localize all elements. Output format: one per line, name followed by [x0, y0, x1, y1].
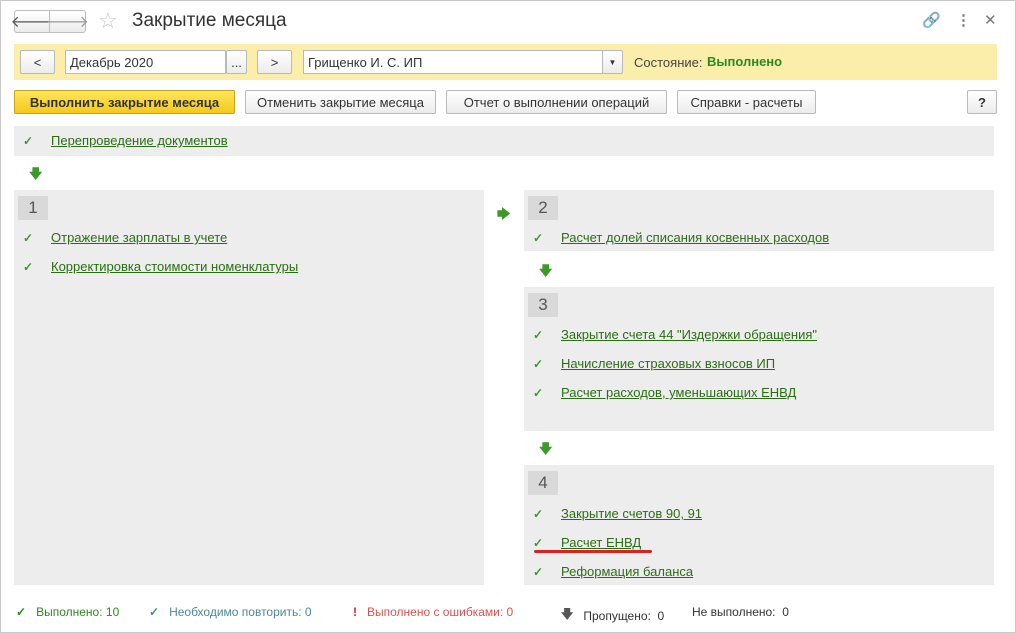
help-button[interactable]: ?: [967, 90, 997, 114]
legend-done: ✓ Выполнено: 10: [16, 605, 120, 619]
page-title: Закрытие месяца: [132, 10, 287, 31]
exclamation-icon: !: [353, 605, 357, 619]
more-vertical-icon[interactable]: ⋮: [956, 11, 971, 29]
legend-errors: ! Выполнено с ошибками: 0: [353, 605, 514, 619]
operation-item[interactable]: ✓ Реформация баланса: [533, 564, 693, 579]
operation-item[interactable]: ✓ Закрытие счетов 90, 91: [533, 506, 702, 521]
operation-item[interactable]: ✓ Перепроведение документов: [23, 133, 228, 148]
check-icon: ✓: [149, 605, 160, 619]
check-icon: ✓: [16, 605, 27, 619]
operation-item[interactable]: ✓ Расчет расходов, уменьшающих ЕНВД: [533, 385, 796, 400]
chevron-down-icon: ▼: [608, 57, 617, 67]
operation-item[interactable]: ✓ Расчет долей списания косвенных расходо…: [533, 230, 829, 245]
legend-skipped: 🡇 Пропущено: 0: [561, 605, 664, 626]
step-1-panel: [14, 190, 484, 585]
organization-dropdown-button[interactable]: ▼: [602, 50, 623, 74]
back-button[interactable]: 🡐: [11, 10, 53, 33]
forward-button[interactable]: 🡒: [46, 10, 89, 33]
references-button[interactable]: Справки - расчеты: [677, 90, 816, 114]
operations-report-button[interactable]: Отчет о выполнении операций: [446, 90, 667, 114]
legend-not-done: Не выполнено: 0: [692, 605, 789, 619]
step-number: 4: [528, 471, 558, 495]
errors-count: 0: [506, 605, 514, 619]
not-done-count: 0: [782, 605, 789, 619]
operation-item[interactable]: ✓ Расчет ЕНВД: [533, 535, 641, 550]
step-number: 3: [528, 293, 558, 317]
operation-item[interactable]: ✓ Корректировка стоимости номенклатуры: [23, 259, 298, 274]
check-icon: ✓: [533, 564, 544, 579]
step-number: 1: [18, 196, 48, 220]
check-icon: ✓: [533, 327, 544, 342]
arrow-right-icon: 🡒: [46, 14, 89, 31]
arrow-down-icon: 🡇: [29, 166, 43, 181]
next-period-button[interactable]: >: [257, 50, 292, 74]
organization-input[interactable]: Грищенко И. С. ИП: [303, 50, 603, 74]
check-icon: ✓: [533, 506, 544, 521]
prev-period-button[interactable]: <: [20, 50, 55, 74]
arrow-down-icon: 🡇: [561, 607, 574, 621]
close-month-window: 🡐 🡒 ☆ Закрытие месяца 🔗 ⋮ ✕ < Декабрь 20…: [0, 0, 1016, 633]
check-edit-icon: ✓: [23, 230, 34, 245]
check-icon: ✓: [533, 385, 544, 400]
arrow-down-icon: 🡇: [539, 441, 553, 456]
operation-item[interactable]: ✓ Закрытие счета 44 "Издержки обращения": [533, 327, 817, 342]
done-count: 10: [105, 605, 120, 619]
operation-item[interactable]: ✓ Начисление страховых взносов ИП: [533, 356, 775, 371]
status-label: Состояние:: [634, 55, 703, 70]
highlight-underline: [534, 550, 652, 553]
star-icon[interactable]: ☆: [98, 8, 118, 34]
period-select-button[interactable]: ...: [226, 50, 247, 74]
skipped-count: 0: [657, 608, 665, 623]
link-icon[interactable]: 🔗: [922, 11, 941, 29]
check-icon: ✓: [23, 133, 34, 148]
repeat-count: 0: [304, 605, 312, 619]
status-value: Выполнено: [707, 54, 783, 69]
run-close-month-button[interactable]: Выполнить закрытие месяца: [14, 90, 235, 114]
legend-repeat: ✓ Необходимо повторить: 0: [149, 605, 312, 619]
check-icon: ✓: [533, 230, 544, 245]
check-icon: ✓: [23, 259, 34, 274]
step-number: 2: [528, 196, 558, 220]
close-icon[interactable]: ✕: [984, 11, 997, 29]
cancel-close-month-button[interactable]: Отменить закрытие месяца: [245, 90, 436, 114]
check-icon: ✓: [533, 356, 544, 371]
period-input[interactable]: Декабрь 2020: [65, 50, 226, 74]
arrow-right-icon: 🡆: [497, 206, 511, 221]
arrow-down-icon: 🡇: [539, 263, 553, 278]
check-icon: ✓: [533, 535, 544, 550]
operation-item[interactable]: ✓ Отражение зарплаты в учете: [23, 230, 227, 245]
